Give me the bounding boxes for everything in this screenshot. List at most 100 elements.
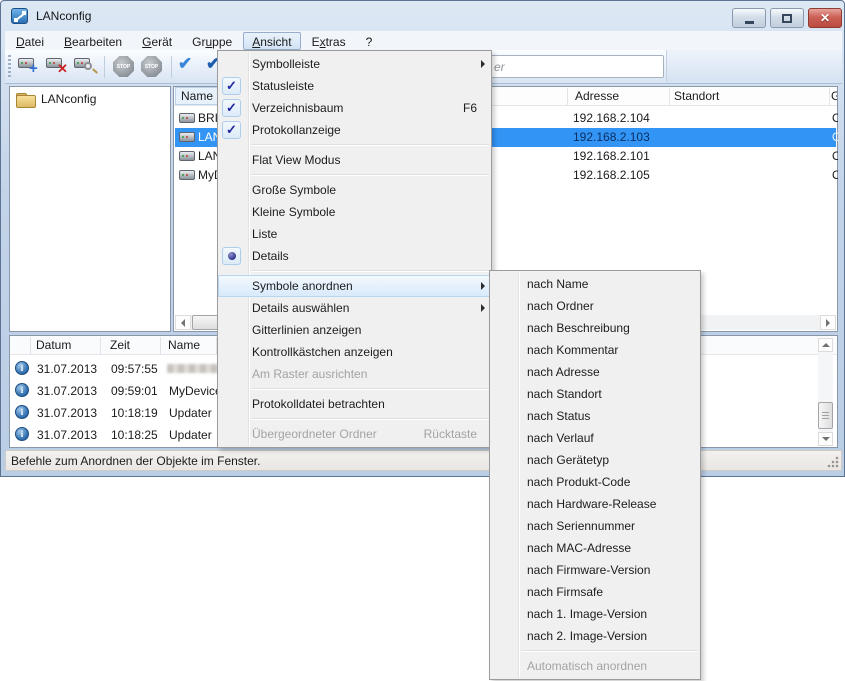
scroll-up-button[interactable] [818,338,833,352]
submenu-item-nach-geraetetyp[interactable]: nach Gerätetyp [490,449,700,471]
menu-item-flat-view-modus[interactable]: Flat View Modus [218,149,491,171]
device-delete-button[interactable]: ✕ [44,54,70,79]
submenu-item-nach-status[interactable]: nach Status [490,405,700,427]
menu-ansicht[interactable]: Ansicht [243,32,300,50]
submenu-item-nach-verlauf[interactable]: nach Verlauf [490,427,700,449]
statusbar: Befehle zum Anordnen der Objekte im Fens… [5,450,842,471]
menu-datei[interactable]: Datei [7,32,53,50]
symbole-anordnen-submenu: nach Name nach Ordner nach Beschreibung … [489,270,701,680]
close-button[interactable]: ✕ [808,8,842,28]
menu-item-kontrollkaestchen-anzeigen[interactable]: Kontrollkästchen anzeigen [218,341,491,363]
column-header-name[interactable]: Name [168,338,200,352]
menu-geraet[interactable]: Gerät [133,32,181,50]
scroll-right-button[interactable] [820,315,836,330]
titlebar[interactable]: LANconfig ✕ [1,1,844,31]
submenu-item-nach-seriennummer[interactable]: nach Seriennummer [490,515,700,537]
submenu-item-nach-beschreibung[interactable]: nach Beschreibung [490,317,700,339]
column-header-name[interactable]: Name [175,87,221,105]
submenu-item-nach-adresse[interactable]: nach Adresse [490,361,700,383]
column-header-standort[interactable]: Standort [674,89,719,103]
device-add-button[interactable]: + [16,54,42,79]
menu-item-liste[interactable]: Liste [218,223,491,245]
menu-item-symbolleiste[interactable]: Symbolleiste [218,53,491,75]
device-icon [179,151,195,161]
menu-extras[interactable]: Extras [303,32,355,50]
device-icon [179,170,195,180]
stop-icon: STOP [141,56,162,77]
toolbar-separator [104,56,105,78]
check-config-button[interactable]: ✔ [178,54,204,79]
tree-item-label: LANconfig [41,92,96,106]
menu-bearbeiten[interactable]: Bearbeiten [55,32,131,50]
minimize-button[interactable] [732,8,766,28]
menu-item-symbole-anordnen[interactable]: Symbole anordnen [218,275,491,297]
menu-separator [521,647,700,655]
column-header-clipped[interactable]: G [831,89,837,106]
radio-icon [228,252,236,260]
maximize-button[interactable] [770,8,804,28]
column-divider[interactable] [567,88,568,105]
submenu-item-nach-firmware-version[interactable]: nach Firmware-Version [490,559,700,581]
plus-icon: + [29,60,38,77]
info-icon: i [15,405,29,419]
submenu-item-nach-mac-adresse[interactable]: nach MAC-Adresse [490,537,700,559]
toolbar-grip[interactable] [8,55,11,79]
stop-icon: STOP [113,56,134,77]
submenu-item-nach-produkt-code[interactable]: nach Produkt-Code [490,471,700,493]
device-find-button[interactable] [72,54,98,79]
submenu-item-nach-firmsafe[interactable]: nach Firmsafe [490,581,700,603]
info-icon: i [15,427,29,441]
app-icon [11,8,28,24]
submenu-item-nach-name[interactable]: nach Name [490,273,700,295]
column-header-datum[interactable]: Datum [36,338,71,352]
column-divider[interactable] [160,337,161,354]
device-icon [179,132,195,142]
vertical-scrollbar[interactable] [818,338,833,446]
menu-help[interactable]: ? [357,32,382,50]
submenu-arrow-icon [481,304,485,312]
submenu-item-nach-1-image-version[interactable]: nach 1. Image-Version [490,603,700,625]
column-header-zeit[interactable]: Zeit [110,338,130,352]
menu-item-protokollanzeige[interactable]: ✓Protokollanzeige [218,119,491,141]
submenu-item-nach-kommentar[interactable]: nach Kommentar [490,339,700,361]
quickfinder-placeholder: er [494,60,505,74]
menu-separator [251,141,491,149]
menu-item-verzeichnisbaum[interactable]: ✓VerzeichnisbaumF6 [218,97,491,119]
column-divider[interactable] [100,337,101,354]
column-divider[interactable] [829,88,830,105]
scroll-down-button[interactable] [818,432,833,446]
resize-grip[interactable] [827,456,839,468]
tree-item-lanconfig[interactable]: LANconfig [16,92,96,106]
column-divider[interactable] [30,337,31,354]
menu-item-protokolldatei-betrachten[interactable]: Protokolldatei betrachten [218,393,491,415]
menu-item-details[interactable]: Details [218,245,491,267]
menu-separator [251,171,491,179]
menu-item-grosse-symbole[interactable]: Große Symbole [218,179,491,201]
menu-item-details-auswaehlen[interactable]: Details auswählen [218,297,491,319]
submenu-item-nach-ordner[interactable]: nach Ordner [490,295,700,317]
submenu-arrow-icon [481,60,485,68]
submenu-item-nach-hardware-release[interactable]: nach Hardware-Release [490,493,700,515]
checkmark-icon: ✓ [226,122,237,138]
menu-separator [251,267,491,275]
minimize-icon [745,21,754,24]
submenu-item-nach-2-image-version[interactable]: nach 2. Image-Version [490,625,700,647]
scrollbar-thumb[interactable] [818,402,833,429]
menu-item-am-raster-ausrichten: Am Raster ausrichten [218,363,491,385]
check-box: ✓ [222,77,241,95]
column-divider[interactable] [669,88,670,105]
menubar: Datei Bearbeiten Gerät Gruppe Ansicht Ex… [5,31,842,50]
menu-item-kleine-symbole[interactable]: Kleine Symbole [218,201,491,223]
arrow-down-icon [822,437,830,441]
scroll-left-button[interactable] [175,315,191,330]
menu-item-statusleiste[interactable]: ✓Statusleiste [218,75,491,97]
stop-button-1[interactable]: STOP [111,54,137,79]
radio-box [222,247,241,265]
device-icon [179,113,195,123]
stop-button-2[interactable]: STOP [139,54,165,79]
menu-gruppe[interactable]: Gruppe [183,32,241,50]
submenu-item-nach-standort[interactable]: nach Standort [490,383,700,405]
menu-item-uebergeordneter-ordner: Übergeordneter OrdnerRücktaste [218,423,491,445]
column-header-adresse[interactable]: Adresse [575,89,619,103]
menu-item-gitterlinien-anzeigen[interactable]: Gitterlinien anzeigen [218,319,491,341]
